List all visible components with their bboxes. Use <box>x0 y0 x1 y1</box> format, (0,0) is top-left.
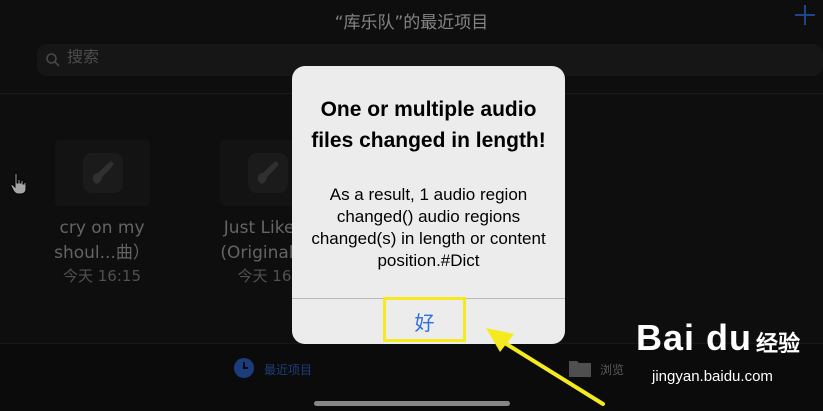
alert-message: As a result, 1 audio region changed() au… <box>311 185 546 270</box>
watermark-url: jingyan.baidu.com <box>652 368 773 385</box>
alert-title: One or multiple audio files changed in l… <box>311 98 546 152</box>
watermark: Bai du 经验 jingyan.baidu.com <box>636 318 816 408</box>
watermark-sub: 经验 <box>756 332 801 357</box>
arrow-annotation <box>486 328 605 406</box>
highlight-box <box>383 297 466 342</box>
watermark-logo: Bai du <box>636 317 753 358</box>
app-screen: “库乐队”的最近项目 cry on my shoul...曲） 今天 16:15 <box>0 0 823 411</box>
